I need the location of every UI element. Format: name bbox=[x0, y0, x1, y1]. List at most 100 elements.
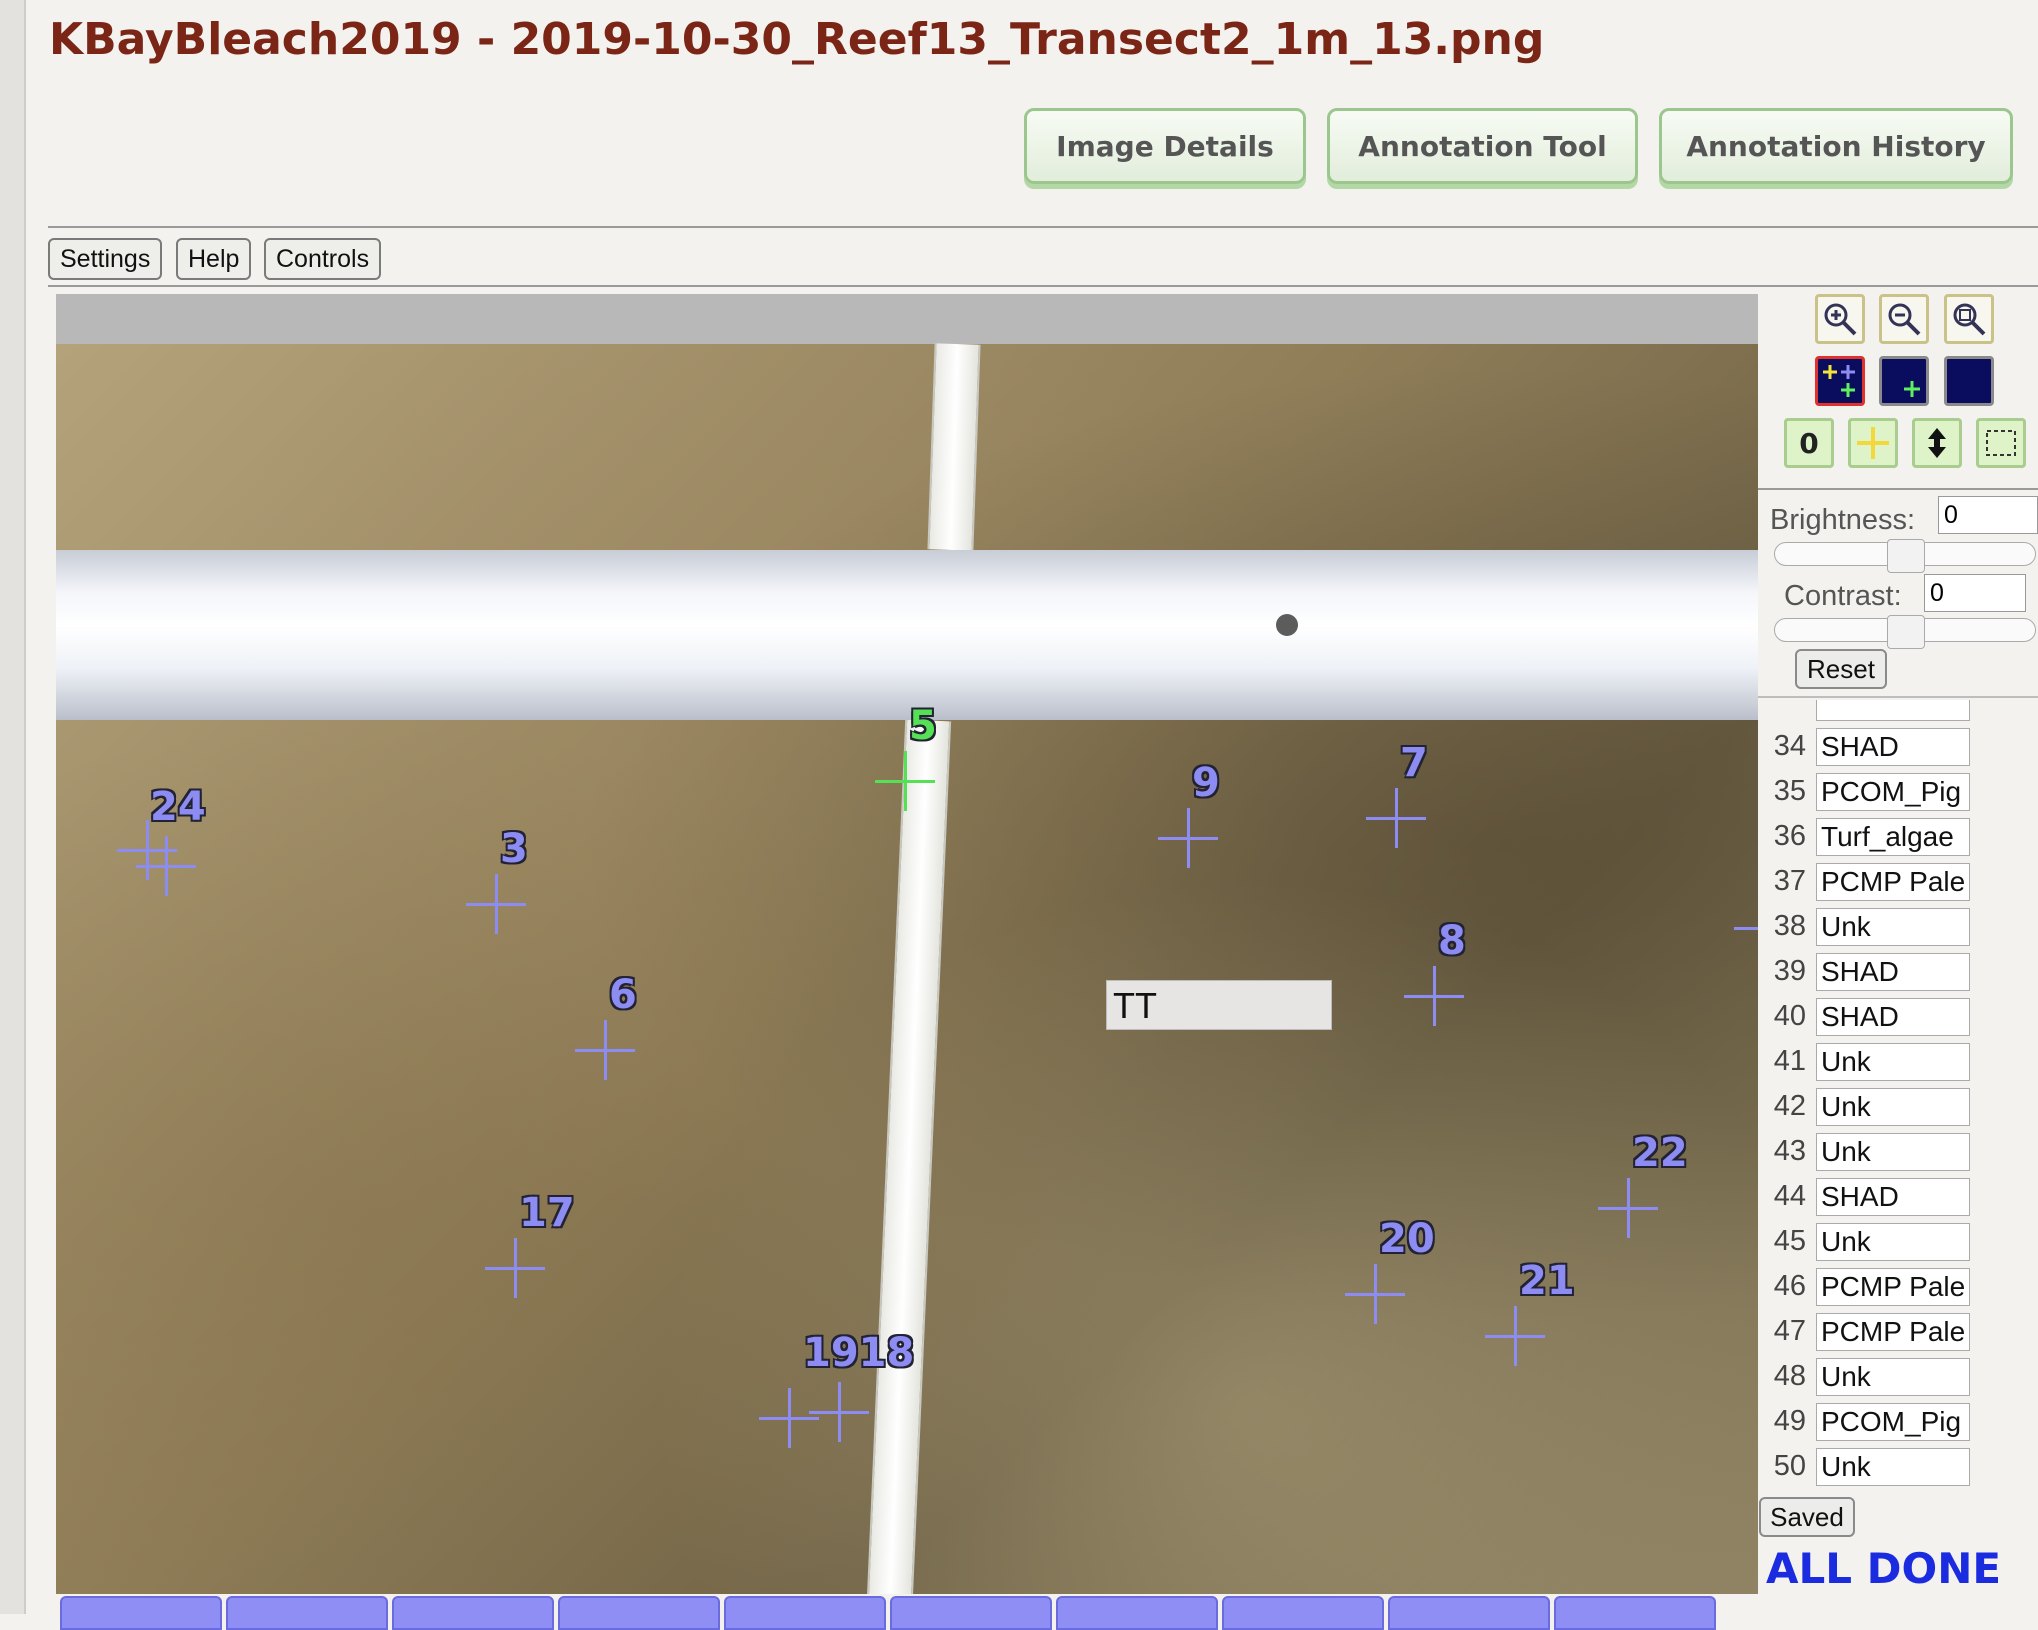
annotation-label-field[interactable]: Unk bbox=[1816, 908, 1970, 946]
annotation-label-field[interactable]: SHAD bbox=[1816, 998, 1970, 1036]
point-number: 39 bbox=[1773, 955, 1806, 987]
point-number: 45 bbox=[1773, 1225, 1806, 1257]
label-shortcut-button[interactable] bbox=[724, 1596, 886, 1630]
zoom-in-button[interactable] bbox=[1815, 294, 1865, 344]
annotation-point[interactable]: 6 bbox=[575, 972, 637, 1080]
page-left-rail bbox=[0, 0, 26, 1614]
reset-button[interactable]: Reset bbox=[1795, 649, 1887, 689]
show-all-points-button[interactable] bbox=[1815, 356, 1865, 406]
annotation-label-field[interactable]: Unk bbox=[1816, 1448, 1970, 1486]
contrast-slider-handle[interactable] bbox=[1887, 615, 1925, 649]
zoom-fit-button[interactable] bbox=[1944, 294, 1994, 344]
annotation-label-field[interactable]: PCOM_Pig bbox=[1816, 773, 1970, 811]
point-number: 44 bbox=[1773, 1180, 1806, 1212]
contrast-input[interactable] bbox=[1924, 574, 2026, 612]
select-area-toggle[interactable] bbox=[1976, 418, 2026, 468]
point-label: 22 bbox=[1632, 1130, 1688, 1176]
annotation-point[interactable]: 22 bbox=[1598, 1130, 1688, 1238]
point-label: 7 bbox=[1400, 740, 1428, 786]
saved-button[interactable]: Saved bbox=[1759, 1497, 1855, 1537]
annotation-label-field[interactable]: SHAD bbox=[1816, 728, 1970, 766]
point-number: 50 bbox=[1773, 1450, 1806, 1482]
annotation-label-field[interactable]: SHAD bbox=[1816, 953, 1970, 991]
annotation-canvas[interactable]: 24 3 6 17 5 9 7 8 22 20 21 1918 TT bbox=[56, 294, 1758, 1594]
hide-points-button[interactable] bbox=[1944, 356, 1994, 406]
annotation-label-field[interactable]: PCMP Pale bbox=[1816, 1313, 1970, 1351]
annotation-point[interactable]: 3 bbox=[466, 826, 528, 934]
point-number: 42 bbox=[1773, 1090, 1806, 1122]
list-divider bbox=[1758, 696, 2038, 698]
point-number: 48 bbox=[1773, 1360, 1806, 1392]
annotation-label-field[interactable]: Unk bbox=[1816, 1043, 1970, 1081]
controls-button[interactable]: Controls bbox=[264, 238, 382, 280]
annotation-point-active[interactable]: 5 bbox=[875, 703, 937, 811]
annotation-list[interactable]: 34 SHAD 35 PCOM_Pig 36 Turf_algae 37 PCMP Pale 3… bbox=[1758, 700, 2038, 1500]
point-number: 37 bbox=[1773, 865, 1806, 897]
list-item: 45 Unk bbox=[1758, 1220, 2038, 1265]
list-item: 41 Unk bbox=[1758, 1040, 2038, 1085]
point-label: 1918 bbox=[803, 1330, 915, 1376]
label-shortcut-button[interactable] bbox=[392, 1596, 554, 1630]
annotation-label-field[interactable]: Turf_algae bbox=[1816, 818, 1970, 856]
point-number-toggle[interactable]: 0 bbox=[1784, 418, 1834, 468]
annotation-point[interactable] bbox=[1734, 898, 1758, 958]
annotation-tool-button[interactable]: Annotation Tool bbox=[1327, 108, 1638, 184]
label-shortcut-button[interactable] bbox=[558, 1596, 720, 1630]
point-number: 36 bbox=[1773, 820, 1806, 852]
settings-button[interactable]: Settings bbox=[48, 238, 163, 280]
annotation-label-field[interactable]: Unk bbox=[1816, 1223, 1970, 1261]
annotation-label-field[interactable]: Unk bbox=[1816, 1133, 1970, 1171]
point-number: 41 bbox=[1773, 1045, 1806, 1077]
list-item: 38 Unk bbox=[1758, 905, 2038, 950]
annotation-label-field[interactable]: Unk bbox=[1816, 1358, 1970, 1396]
crosshair-color-toggle[interactable] bbox=[1848, 418, 1898, 468]
brightness-label: Brightness: bbox=[1770, 504, 1916, 536]
annotation-field-partial bbox=[1816, 700, 1970, 721]
annotation-label-field[interactable]: PCOM_Pig bbox=[1816, 1403, 1970, 1441]
brightness-input[interactable] bbox=[1938, 496, 2038, 534]
list-item: 46 PCMP Pale bbox=[1758, 1265, 2038, 1310]
annotation-point[interactable]: 21 bbox=[1485, 1258, 1575, 1366]
help-button[interactable]: Help bbox=[176, 238, 252, 280]
point-label: 6 bbox=[609, 972, 637, 1018]
show-current-point-button[interactable] bbox=[1879, 356, 1929, 406]
annotation-point[interactable]: 8 bbox=[1404, 918, 1466, 1026]
brightness-slider-handle[interactable] bbox=[1887, 539, 1925, 573]
image-details-button[interactable]: Image Details bbox=[1024, 108, 1306, 184]
list-item: 40 SHAD bbox=[1758, 995, 2038, 1040]
label-shortcut-button[interactable] bbox=[890, 1596, 1052, 1630]
label-input-box[interactable]: TT bbox=[1106, 980, 1332, 1030]
point-number: 43 bbox=[1773, 1135, 1806, 1167]
label-shortcut-button[interactable] bbox=[226, 1596, 388, 1630]
yellow-crosshair-icon bbox=[1857, 427, 1889, 459]
contrast-slider[interactable] bbox=[1774, 615, 2036, 649]
annotation-point[interactable]: 20 bbox=[1345, 1216, 1435, 1324]
annotation-label-field[interactable]: Unk bbox=[1816, 1088, 1970, 1126]
point-label: 20 bbox=[1379, 1216, 1435, 1262]
list-item: 42 Unk bbox=[1758, 1085, 2038, 1130]
list-item: 39 SHAD bbox=[1758, 950, 2038, 995]
label-shortcut-button[interactable] bbox=[1388, 1596, 1550, 1630]
annotation-label-field[interactable]: PCMP Pale bbox=[1816, 863, 1970, 901]
point-label: 17 bbox=[519, 1190, 575, 1236]
list-item: 48 Unk bbox=[1758, 1355, 2038, 1400]
annotation-history-button[interactable]: Annotation History bbox=[1659, 108, 2013, 184]
brightness-slider[interactable] bbox=[1774, 539, 2036, 573]
label-shortcut-button[interactable] bbox=[1554, 1596, 1716, 1630]
annotation-label-field[interactable]: SHAD bbox=[1816, 1178, 1970, 1216]
annotation-point[interactable]: 24 bbox=[136, 784, 206, 896]
label-shortcut-button[interactable] bbox=[1222, 1596, 1384, 1630]
label-shortcut-button[interactable] bbox=[60, 1596, 222, 1630]
annotation-point[interactable]: 7 bbox=[1366, 740, 1428, 848]
list-item: 47 PCMP Pale bbox=[1758, 1310, 2038, 1355]
move-point-toggle[interactable] bbox=[1912, 418, 1962, 468]
annotation-point[interactable]: 17 bbox=[485, 1190, 575, 1298]
annotation-point[interactable]: 9 bbox=[1158, 760, 1220, 868]
annotation-label-field[interactable]: PCMP Pale bbox=[1816, 1268, 1970, 1306]
transect-tape-lower bbox=[866, 719, 952, 1594]
label-shortcut-button[interactable] bbox=[1056, 1596, 1218, 1630]
list-item: 35 PCOM_Pig bbox=[1758, 770, 2038, 815]
zoom-out-button[interactable] bbox=[1879, 294, 1929, 344]
list-item: 37 PCMP Pale bbox=[1758, 860, 2038, 905]
annotation-point[interactable]: 1918 bbox=[803, 1330, 914, 1442]
